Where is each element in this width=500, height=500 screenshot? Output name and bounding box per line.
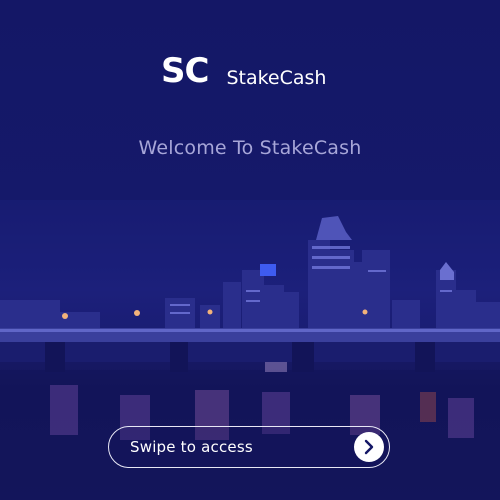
- brand-name: StakeCash: [226, 67, 327, 89]
- chevron-right-icon: [364, 439, 374, 455]
- swipe-label: Swipe to access: [130, 438, 253, 456]
- brand-logo: SC StakeCash: [161, 51, 327, 91]
- logo-mark: SC: [161, 51, 209, 91]
- welcome-title: Welcome To StakeCash: [138, 137, 362, 159]
- swipe-to-access-slider[interactable]: Swipe to access: [108, 426, 390, 468]
- swipe-handle[interactable]: [354, 432, 384, 462]
